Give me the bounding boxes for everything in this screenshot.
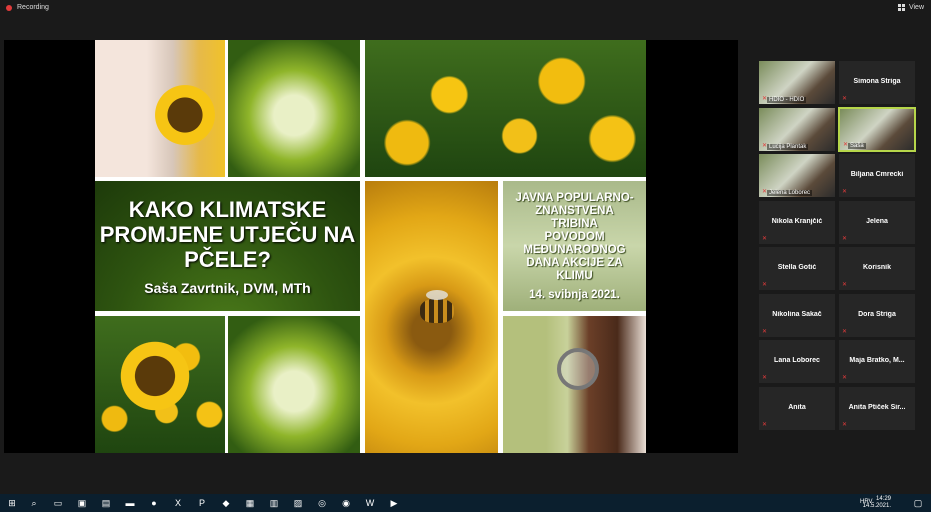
child-magnifier-photo: [503, 316, 646, 453]
announce-line-4: POVODOM: [544, 230, 605, 243]
sunflower-back-photo: [228, 316, 360, 453]
participant-tile[interactable]: Dora Štriga ✕: [838, 292, 916, 338]
participant-name: Anita: [788, 403, 806, 411]
participant-tile[interactable]: Korisnik ✕: [838, 246, 916, 291]
recording-label: Recording: [17, 4, 49, 11]
announce-line-7: KLIMU: [556, 269, 593, 282]
bee-icon: [420, 290, 454, 323]
clock-time: 14:29: [875, 496, 891, 502]
magnifier-icon: [557, 348, 599, 390]
app-icon-5[interactable]: ▦: [244, 497, 256, 509]
announce-date: 14. svibnja 2021.: [529, 288, 620, 301]
grid-view-icon: [897, 4, 905, 11]
participant-name: Stella Gotić: [777, 264, 817, 271]
participant-name: Anita Ptiček Sir...: [848, 403, 906, 411]
muted-mic-icon: ✕: [762, 282, 768, 288]
announce-line-6: DANA AKCIJE ZA: [526, 256, 623, 269]
participant-name: Jelena: [866, 217, 888, 225]
muted-mic-icon: ✕: [842, 282, 848, 288]
participant-tile[interactable]: Simona Štriga ✕: [838, 60, 916, 105]
participant-name: Nikolina Sakač: [772, 310, 822, 318]
sunflower-bud-photo: [228, 40, 360, 177]
windows-taskbar: ⊞ ⌕ ▭ ▣ ▤ ▬ ● X P ◆ ▦ ▥ ▨ ◎ ◉ W ▶ HRV 14…: [0, 494, 931, 512]
excel-icon[interactable]: X: [172, 497, 184, 509]
folder-icon[interactable]: ▬: [124, 497, 136, 509]
muted-mic-icon: ✕: [842, 375, 848, 381]
word-icon[interactable]: W: [364, 497, 376, 509]
participant-tile[interactable]: Anita ✕: [758, 385, 836, 431]
task-view-icon[interactable]: ▭: [52, 497, 64, 509]
participant-name-label: Saša: [848, 142, 866, 149]
slide-author: Saša Zavrtnik, DVM, MTh: [144, 279, 311, 296]
presentation-slide: KAKO KLIMATSKE PROMJENE UTJEČU NA PČELE?…: [95, 40, 646, 453]
participant-name: Biljana Cmrecki: [850, 171, 904, 178]
announce-line-5: MEĐUNARODNOG: [523, 243, 626, 256]
search-icon[interactable]: ⌕: [28, 497, 40, 509]
participant-name: Simona Štriga: [853, 78, 901, 85]
muted-mic-icon: ✕: [762, 375, 768, 381]
participant-tile[interactable]: Jelena Loborec ✕: [758, 153, 836, 198]
participant-tile[interactable]: Nikola Kranjčić ✕: [758, 199, 836, 245]
muted-mic-icon: ✕: [843, 141, 849, 148]
participant-name: Dora Štriga: [858, 310, 896, 318]
start-icon[interactable]: ⊞: [6, 497, 18, 509]
muted-mic-icon: ✕: [762, 421, 768, 428]
participant-name-label: HDIO - HDIO: [767, 97, 807, 103]
muted-mic-icon: ✕: [842, 421, 848, 428]
muted-mic-icon: ✕: [842, 189, 848, 195]
muted-mic-icon: ✕: [762, 96, 768, 102]
recording-indicator[interactable]: Recording: [6, 4, 49, 11]
participant-tile[interactable]: Lana Loborec ✕: [758, 339, 836, 384]
app-icon-6[interactable]: ▥: [268, 497, 280, 509]
muted-mic-icon: ✕: [762, 189, 768, 195]
recording-dot-icon: [6, 4, 12, 11]
announce-line-1: JAVNA POPULARNO-: [515, 191, 634, 204]
muted-mic-icon: ✕: [842, 328, 848, 335]
participant-name: Lana Loborec: [774, 357, 820, 364]
view-button[interactable]: View: [897, 4, 924, 11]
app-icon-2[interactable]: ▤: [100, 497, 112, 509]
app-icon-3[interactable]: ●: [148, 497, 160, 509]
sunflower-photo: [95, 316, 225, 453]
bee-on-sunflower-photo: [365, 181, 498, 453]
participant-name-label: Lucija Plantak: [767, 143, 809, 150]
participant-tile[interactable]: Lucija Plantak ✕: [758, 106, 836, 152]
participant-tile[interactable]: Jelena ✕: [838, 199, 916, 245]
slide-title: KAKO KLIMATSKE PROMJENE UTJEČU NA PČELE?: [99, 196, 356, 272]
event-announcement: JAVNA POPULARNO- ZNANSTVENA TRIBINA POVO…: [503, 181, 646, 311]
notification-icon[interactable]: ▢: [912, 497, 924, 509]
girl-sunflower-photo: [95, 40, 225, 177]
participant-name: Maja Bratko, M...: [849, 357, 905, 364]
app-icon-1[interactable]: ▣: [76, 497, 88, 509]
participant-tile[interactable]: Maja Bratko, M... ✕: [838, 339, 916, 384]
muted-mic-icon: ✕: [842, 235, 848, 242]
participant-tile[interactable]: Stella Gotić ✕: [758, 246, 836, 291]
muted-mic-icon: ✕: [842, 96, 848, 102]
participant-name: Nikola Kranjčić: [771, 217, 823, 225]
announce-line-2: ZNANSTVENA: [535, 204, 614, 217]
participant-tile[interactable]: Nikolina Sakač ✕: [758, 292, 836, 338]
slide-title-box: KAKO KLIMATSKE PROMJENE UTJEČU NA PČELE?…: [95, 181, 360, 311]
muted-mic-icon: ✕: [762, 142, 768, 149]
chrome-icon[interactable]: ◉: [340, 497, 352, 509]
sunflower-field-photo: [365, 40, 646, 177]
clock-date: 14.5.2021.: [862, 503, 891, 509]
edge-icon[interactable]: ◎: [316, 497, 328, 509]
participant-tile[interactable]: Biljana Cmrecki ✕: [838, 153, 916, 198]
powerpoint-icon[interactable]: P: [196, 497, 208, 509]
participant-tile[interactable]: HDIO - HDIO ✕: [758, 60, 836, 105]
participant-tile[interactable]: Anita Ptiček Sir... ✕: [838, 385, 916, 431]
participant-name-label: Jelena Loborec: [767, 190, 813, 196]
meeting-top-bar: Recording View: [0, 0, 931, 20]
muted-mic-icon: ✕: [762, 328, 768, 335]
view-label: View: [908, 4, 924, 11]
app-icon-4[interactable]: ◆: [220, 497, 232, 509]
muted-mic-icon: ✕: [762, 235, 768, 242]
participant-tile[interactable]: Saša ✕: [838, 106, 916, 152]
app-icon-7[interactable]: ▨: [292, 497, 304, 509]
zoom-icon[interactable]: ▶: [388, 497, 400, 509]
participant-name: Korisnik: [862, 264, 891, 271]
announce-line-3: TRIBINA: [551, 217, 598, 230]
clock[interactable]: 14:29 14.5.2021.: [863, 496, 891, 510]
